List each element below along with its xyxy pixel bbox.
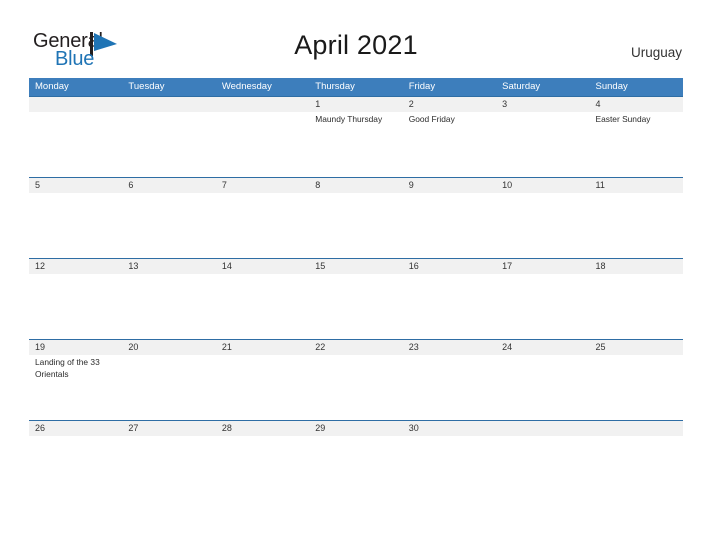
page-header: General Blue April 2021 Uruguay	[0, 0, 712, 76]
day-number[interactable]: 29	[309, 421, 402, 436]
day-number[interactable]: 8	[309, 178, 402, 193]
day-event	[122, 355, 215, 419]
day-event	[309, 274, 402, 338]
day-number[interactable]: 27	[122, 421, 215, 436]
calendar-page: General Blue April 2021 Uruguay Monday T…	[0, 0, 712, 550]
day-number[interactable]: 14	[216, 259, 309, 274]
day-number[interactable]: 3	[496, 97, 589, 112]
weekday-header-sunday: Sunday	[595, 81, 628, 92]
day-event	[590, 193, 683, 257]
day-event	[29, 112, 122, 176]
day-event	[590, 274, 683, 338]
day-event	[590, 436, 683, 500]
day-number[interactable]: 15	[309, 259, 402, 274]
day-event: Landing of the 33 Orientals	[35, 357, 100, 379]
day-event	[122, 436, 215, 500]
calendar-grid: Monday Tuesday Wednesday Thursday Friday…	[29, 78, 683, 501]
weekday-header-saturday: Saturday	[502, 81, 541, 92]
day-event	[403, 274, 496, 338]
page-title: April 2021	[294, 30, 418, 60]
weekday-header-tuesday: Tuesday	[128, 81, 165, 92]
day-number[interactable]: 23	[403, 340, 496, 355]
day-event	[403, 355, 496, 419]
day-number[interactable]: 7	[216, 178, 309, 193]
day-event	[122, 193, 215, 257]
week-event-band	[29, 193, 683, 257]
day-number[interactable]: 5	[29, 178, 122, 193]
day-number[interactable]: 11	[590, 178, 683, 193]
day-number[interactable]: 20	[122, 340, 215, 355]
week-date-band: 26 27 28 29 30	[29, 421, 683, 436]
country-label: Uruguay	[630, 45, 682, 60]
week-event-band: Landing of the 33 Orientals	[29, 355, 683, 419]
week-row: 26 27 28 29 30	[29, 420, 683, 501]
day-event	[496, 112, 589, 176]
day-number[interactable]	[122, 97, 215, 112]
weekday-header-thursday: Thursday	[315, 81, 355, 92]
day-event	[122, 274, 215, 338]
weekday-header-wednesday: Wednesday	[221, 81, 272, 92]
day-number[interactable]: 25	[590, 340, 683, 355]
day-event	[403, 193, 496, 257]
day-event	[216, 112, 309, 176]
day-event: Easter Sunday	[595, 114, 651, 124]
week-row: 5 6 7 8 9 10 11	[29, 177, 683, 258]
week-event-band	[29, 274, 683, 338]
day-number[interactable]: 18	[590, 259, 683, 274]
week-date-band: 5 6 7 8 9 10 11	[29, 178, 683, 193]
day-event	[29, 193, 122, 257]
day-event	[496, 355, 589, 419]
week-event-band	[29, 436, 683, 500]
day-number[interactable]: 6	[122, 178, 215, 193]
week-date-band: 19 20 21 22 23 24 25	[29, 340, 683, 355]
day-number[interactable]: 12	[29, 259, 122, 274]
day-event	[122, 112, 215, 176]
day-event: Good Friday	[408, 114, 455, 124]
week-row: 1 2 3 4 Maundy Thursday Good Friday East…	[29, 96, 683, 177]
day-event	[590, 355, 683, 419]
day-number[interactable]	[590, 421, 683, 436]
day-number[interactable]: 24	[496, 340, 589, 355]
day-number[interactable]: 13	[122, 259, 215, 274]
day-number[interactable]: 22	[309, 340, 402, 355]
day-number[interactable]	[496, 421, 589, 436]
day-number[interactable]: 4	[590, 97, 683, 112]
day-event	[29, 436, 122, 500]
day-number[interactable]: 28	[216, 421, 309, 436]
day-number[interactable]: 16	[403, 259, 496, 274]
day-event	[309, 436, 402, 500]
week-date-band: 1 2 3 4	[29, 97, 683, 112]
day-event	[309, 193, 402, 257]
day-number[interactable]: 26	[29, 421, 122, 436]
day-number[interactable]	[216, 97, 309, 112]
week-event-band: Maundy Thursday Good Friday Easter Sunda…	[29, 112, 683, 176]
day-event	[309, 355, 402, 419]
day-event	[29, 274, 122, 338]
day-event	[216, 274, 309, 338]
weekday-header-monday: Monday	[35, 81, 69, 92]
day-event	[216, 193, 309, 257]
day-event	[216, 355, 309, 419]
day-event	[496, 193, 589, 257]
day-event: Maundy Thursday	[315, 114, 383, 124]
day-event	[216, 436, 309, 500]
day-number[interactable]: 21	[216, 340, 309, 355]
week-row: 12 13 14 15 16 17 18	[29, 258, 683, 339]
day-number[interactable]: 17	[496, 259, 589, 274]
day-number[interactable]: 2	[403, 97, 496, 112]
weekday-header-friday: Friday	[408, 81, 436, 92]
day-event	[496, 436, 589, 500]
day-number[interactable]: 30	[403, 421, 496, 436]
day-event	[403, 436, 496, 500]
weekday-header-row: Monday Tuesday Wednesday Thursday Friday…	[29, 78, 683, 96]
day-number[interactable]	[29, 97, 122, 112]
day-number[interactable]: 1	[309, 97, 402, 112]
day-event	[496, 274, 589, 338]
week-date-band: 12 13 14 15 16 17 18	[29, 259, 683, 274]
day-number[interactable]: 10	[496, 178, 589, 193]
day-number[interactable]: 9	[403, 178, 496, 193]
week-row: 19 20 21 22 23 24 25 Landing of the 33 O…	[29, 339, 683, 420]
day-number[interactable]: 19	[29, 340, 122, 355]
